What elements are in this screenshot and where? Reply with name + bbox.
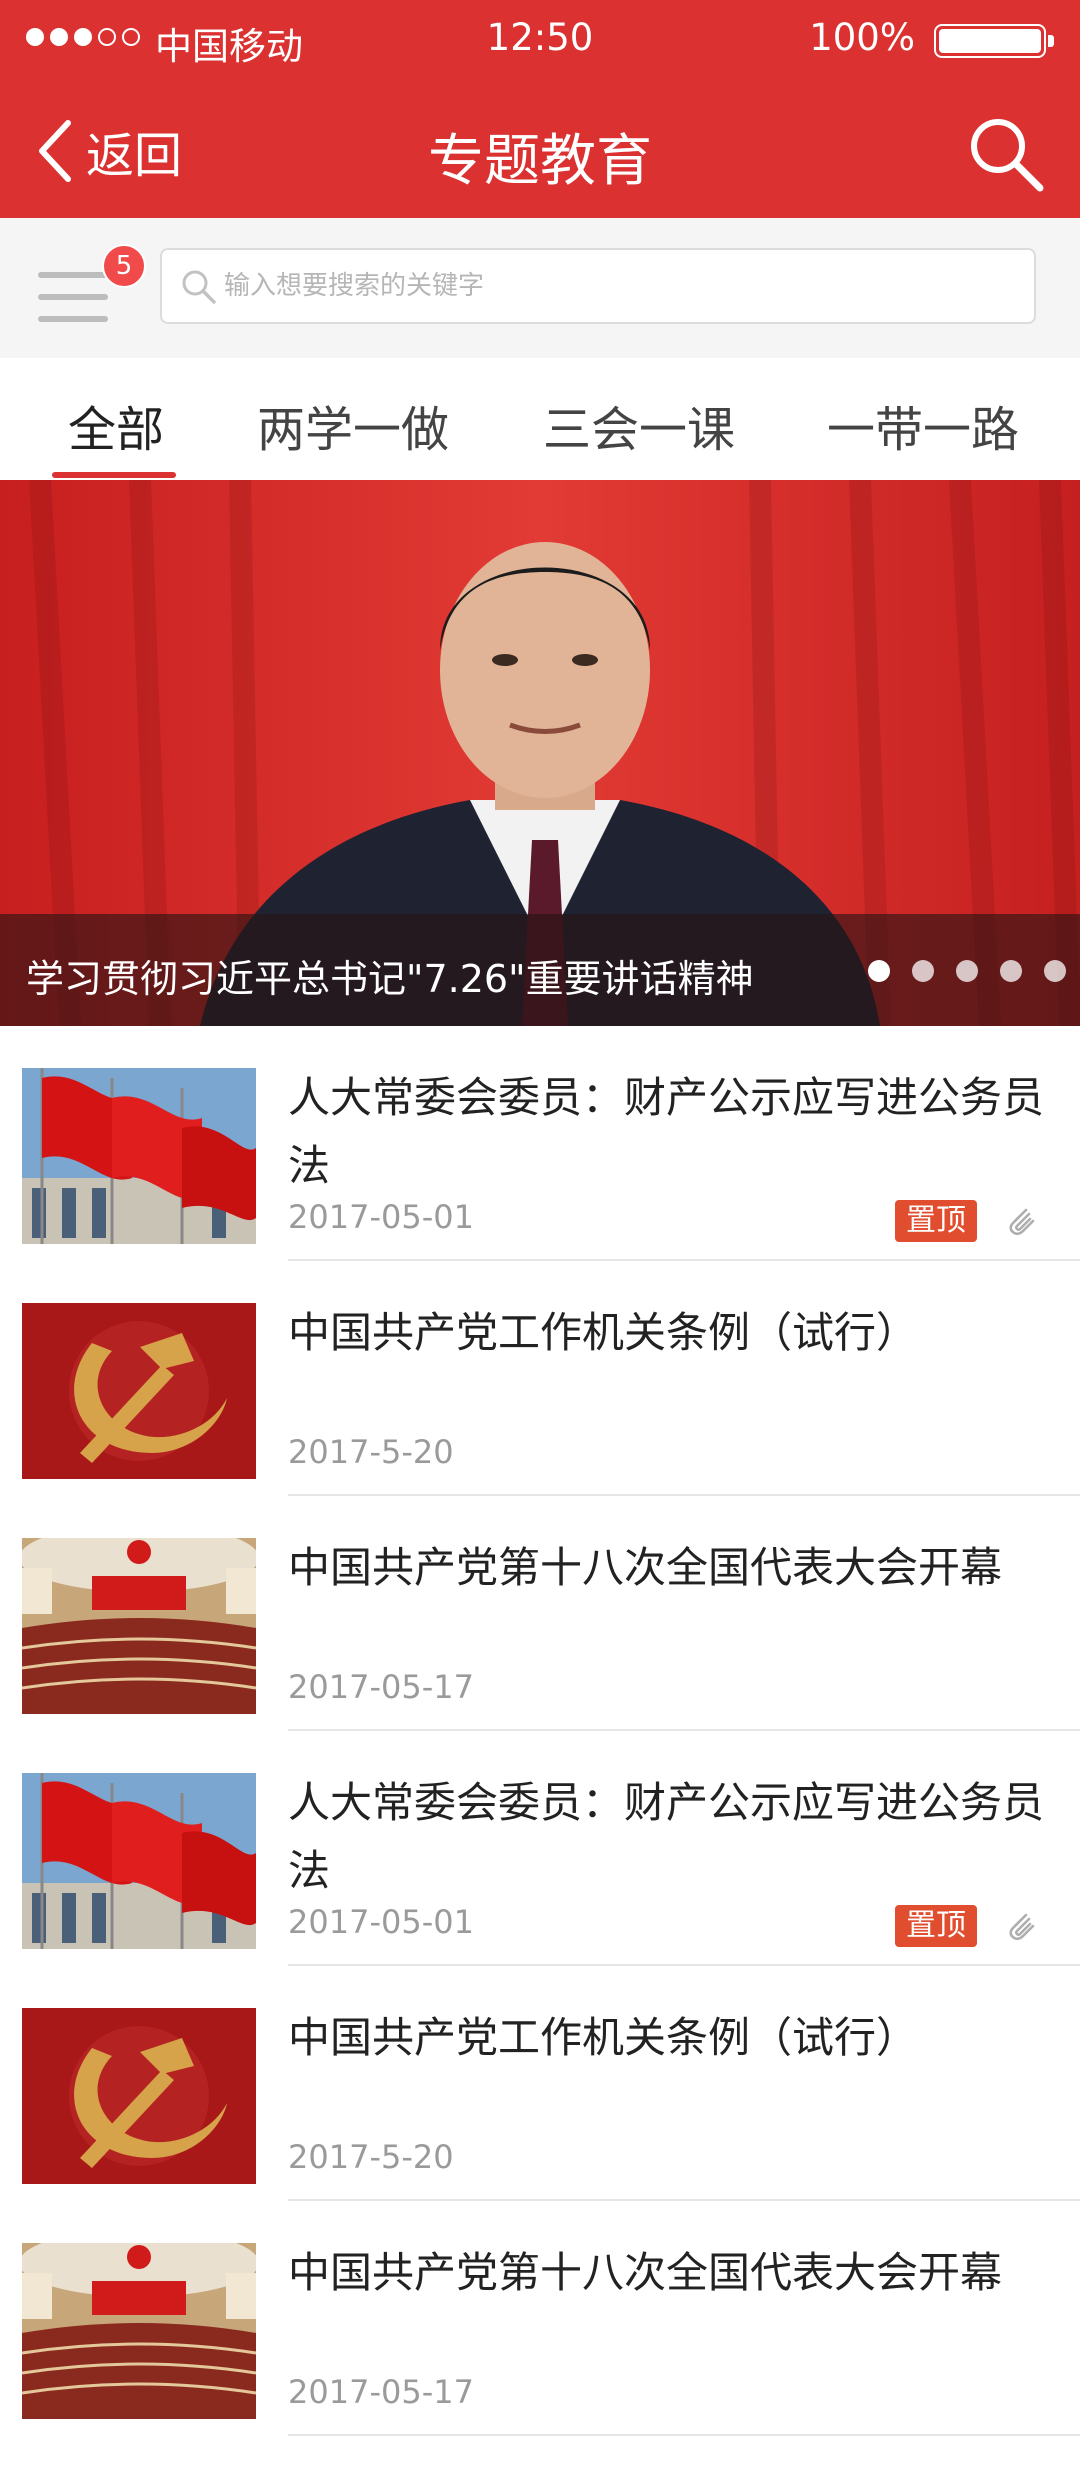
banner-caption-bar: 学习贯彻习近平总书记"7.26"重要讲话精神 xyxy=(0,914,1080,1026)
navigation-bar: 返回 专题教育 xyxy=(0,78,1080,218)
news-thumbnail xyxy=(22,2243,256,2419)
battery-icon xyxy=(934,24,1054,58)
news-item[interactable]: 中国共产党第十八次全国代表大会开幕 2017-05-17 xyxy=(0,2201,1080,2436)
news-title: 中国共产党第十八次全国代表大会开幕 xyxy=(288,1543,1003,1592)
news-thumbnail xyxy=(22,1303,256,1479)
news-date: 2017-05-17 xyxy=(288,2373,474,2411)
tab-three-meetings-one-lesson[interactable]: 三会一课 xyxy=(543,390,735,460)
carousel-dot[interactable] xyxy=(1000,960,1022,982)
category-tabs: 全部 两学一做 三会一课 一带一路 xyxy=(0,358,1080,480)
divider xyxy=(288,2434,1080,2436)
tab-belt-and-road[interactable]: 一带一路 xyxy=(827,390,1019,460)
banner-caption: 学习贯彻习近平总书记"7.26"重要讲话精神 xyxy=(26,957,754,1001)
notification-badge: 5 xyxy=(102,244,146,288)
news-date: 2017-05-17 xyxy=(288,1668,474,1706)
news-date: 2017-5-20 xyxy=(288,2138,454,2176)
tab-all[interactable]: 全部 xyxy=(68,390,164,460)
news-title: 人大常委会委员：财产公示应写进公务员法 xyxy=(288,1073,1045,1190)
search-icon xyxy=(182,270,216,304)
carousel-dot[interactable] xyxy=(956,960,978,982)
banner-carousel[interactable]: 学习贯彻习近平总书记"7.26"重要讲话精神 xyxy=(0,480,1080,1026)
carousel-dot[interactable] xyxy=(1044,960,1066,982)
search-row: 5 xyxy=(0,218,1080,359)
news-title: 人大常委会委员：财产公示应写进公务员法 xyxy=(288,1778,1045,1895)
attachment-icon xyxy=(1002,1907,1038,1943)
search-box[interactable] xyxy=(160,248,1036,324)
active-tab-indicator xyxy=(52,472,176,478)
battery-percentage: 100% xyxy=(809,16,915,59)
news-title: 中国共产党工作机关条例（试行） xyxy=(288,2013,919,2062)
search-input[interactable] xyxy=(224,250,1014,322)
tab-two-learn-one-do[interactable]: 两学一做 xyxy=(257,390,449,460)
news-title: 中国共产党工作机关条例（试行） xyxy=(288,1308,919,1357)
search-button[interactable] xyxy=(966,114,1046,194)
search-icon xyxy=(971,119,1044,192)
carousel-dot[interactable] xyxy=(868,960,890,982)
news-item[interactable]: 人大常委会委员：财产公示应写进公务员法 2017-05-01 置顶 xyxy=(0,1731,1080,1966)
news-title: 中国共产党第十八次全国代表大会开幕 xyxy=(288,2248,1003,2297)
news-thumbnail xyxy=(22,2008,256,2184)
news-item[interactable]: 人大常委会委员：财产公示应写进公务员法 2017-05-01 置顶 xyxy=(0,1026,1080,1261)
carousel-dot[interactable] xyxy=(912,960,934,982)
news-item[interactable]: 中国共产党工作机关条例（试行） 2017-5-20 xyxy=(0,1261,1080,1496)
page-title: 专题教育 xyxy=(428,129,652,194)
news-thumbnail xyxy=(22,1773,256,1949)
news-date: 2017-05-01 xyxy=(288,1903,474,1941)
news-list: 人大常委会委员：财产公示应写进公务员法 2017-05-01 置顶 中国共产党工… xyxy=(0,1026,1080,2436)
status-time: 12:50 xyxy=(486,16,594,59)
news-thumbnail xyxy=(22,1068,256,1244)
pinned-badge: 置顶 xyxy=(895,1905,977,1947)
pinned-badge: 置顶 xyxy=(895,1200,977,1242)
menu-button[interactable] xyxy=(38,260,112,330)
news-date: 2017-5-20 xyxy=(288,1433,454,1471)
news-date: 2017-05-01 xyxy=(288,1198,474,1236)
attachment-icon xyxy=(1002,1202,1038,1238)
status-bar: 中国移动 12:50 100% xyxy=(0,0,1080,78)
carousel-pagination xyxy=(868,960,1066,982)
news-thumbnail xyxy=(22,1538,256,1714)
news-item[interactable]: 中国共产党第十八次全国代表大会开幕 2017-05-17 xyxy=(0,1496,1080,1731)
news-item[interactable]: 中国共产党工作机关条例（试行） 2017-5-20 xyxy=(0,1966,1080,2201)
